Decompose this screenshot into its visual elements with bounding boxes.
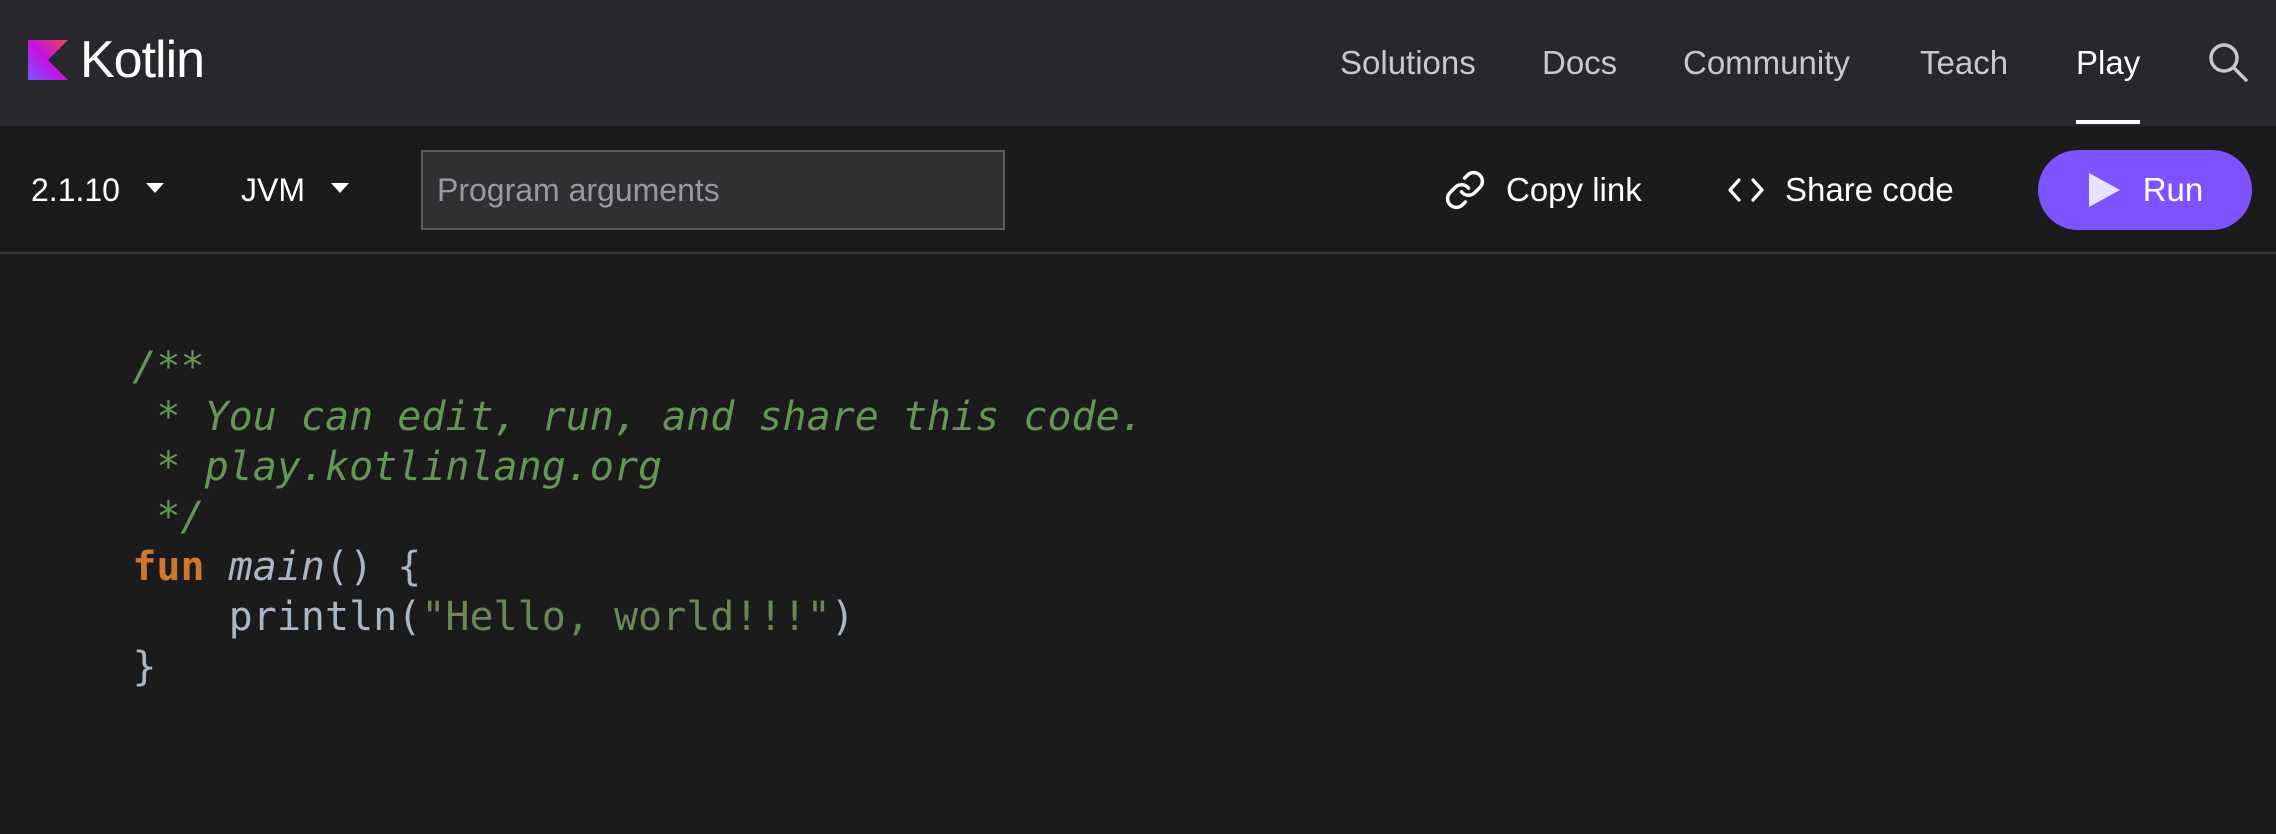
target-dropdown[interactable]: JVM — [241, 126, 349, 254]
version-dropdown[interactable]: 2.1.10 — [31, 126, 164, 254]
nav-teach[interactable]: Teach — [1920, 0, 2008, 126]
chevron-down-icon — [145, 183, 164, 193]
code-editor[interactable]: /** * You can edit, run, and share this … — [0, 256, 2276, 834]
code-punctuation: } — [132, 644, 157, 690]
version-value: 2.1.10 — [31, 171, 120, 208]
nav-docs[interactable]: Docs — [1542, 0, 1617, 126]
code-line: println("Hello, world!!!") — [36, 542, 855, 640]
copy-link-label: Copy link — [1506, 171, 1642, 208]
kotlin-logo-icon — [28, 40, 68, 80]
run-label: Run — [2142, 171, 2204, 208]
code-brackets-icon — [1728, 178, 1764, 202]
code-line: /** — [36, 292, 204, 390]
nav-solutions[interactable]: Solutions — [1340, 0, 1476, 126]
copy-link-button[interactable]: Copy link — [1444, 126, 1642, 254]
code-line: * You can edit, run, and share this code… — [36, 342, 1143, 440]
search-icon[interactable] — [2206, 40, 2250, 84]
nav-play[interactable]: Play — [2076, 0, 2140, 126]
playground-toolbar: 2.1.10 JVM Copy link Share code Run — [0, 126, 2276, 254]
code-punctuation: ) — [830, 594, 855, 640]
link-icon — [1445, 170, 1485, 210]
code-call: println( — [228, 594, 422, 640]
share-code-label: Share code — [1785, 171, 1954, 208]
logo-text: Kotlin — [80, 31, 205, 89]
play-icon — [2088, 173, 2120, 207]
run-button[interactable]: Run — [2038, 150, 2252, 230]
nav-active-indicator — [2076, 120, 2140, 124]
code-line: fun main() { — [36, 492, 421, 590]
kotlin-logo-link[interactable]: Kotlin — [28, 34, 205, 86]
share-code-button[interactable]: Share code — [1727, 126, 1954, 254]
code-line: */ — [36, 442, 204, 540]
code-line: * play.kotlinlang.org — [36, 392, 662, 490]
program-arguments-input[interactable] — [421, 150, 1005, 230]
code-string: "Hello, world!!!" — [421, 594, 831, 640]
code-line: } — [36, 592, 156, 690]
target-value: JVM — [241, 171, 305, 208]
code-comment: * play.kotlinlang.org — [132, 444, 663, 490]
top-nav-bar: Kotlin Solutions Docs Community Teach Pl… — [0, 0, 2276, 126]
chevron-down-icon — [331, 183, 349, 193]
nav-community[interactable]: Community — [1683, 0, 1850, 126]
